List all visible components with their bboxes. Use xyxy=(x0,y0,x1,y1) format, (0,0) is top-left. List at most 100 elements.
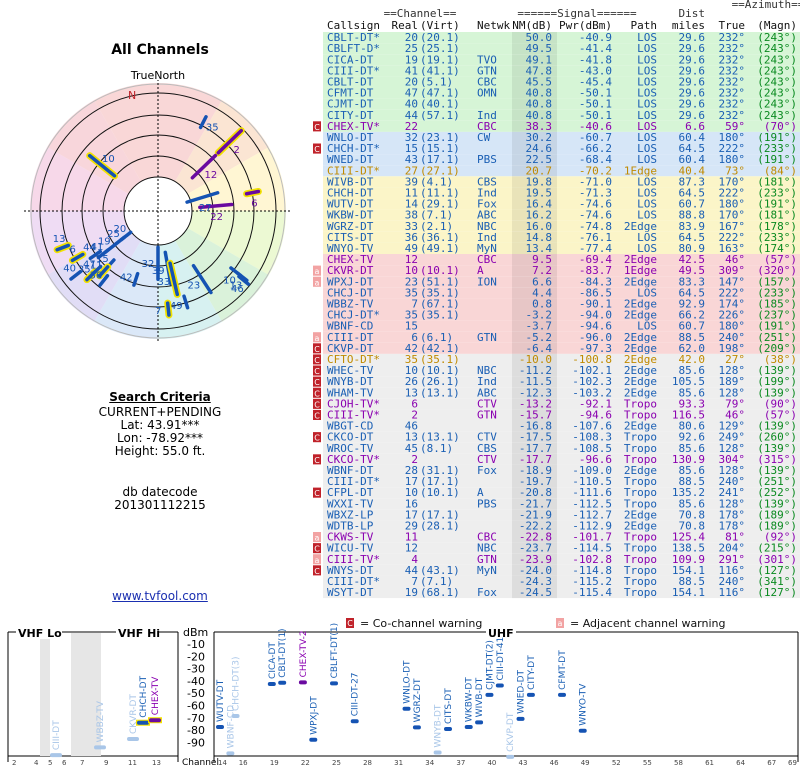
table-row[interactable]: WSYT-DT 19 (68.1) Fox -24.5 -115.4 Tropo 154.1 1… xyxy=(323,586,800,599)
spectrum-bar-label: CKVR-DT xyxy=(129,694,139,734)
spectrum-bar-label: CIII-DT xyxy=(52,720,62,750)
spectrum-bar xyxy=(267,681,276,686)
spectrum-bar xyxy=(526,692,535,697)
warning-letter: a xyxy=(315,334,320,343)
vhf-lo-label: VHF Lo xyxy=(18,627,62,640)
uhf-tick: 55 xyxy=(643,759,652,767)
warning-letter: C xyxy=(314,378,320,387)
warning-letter: C xyxy=(314,456,320,465)
spectrum-bar-label: WNED-DT xyxy=(517,669,527,713)
y-tick-label: -70 xyxy=(187,712,205,725)
spectrum-bar-label: WBBZ-TV xyxy=(96,700,106,742)
cell-virtual-channel: (49.1) xyxy=(420,242,460,255)
spectrum-bar-label: CHEX-TV xyxy=(151,676,161,715)
spectrum-bar xyxy=(402,706,411,711)
cell-virtual-channel: (10.1) xyxy=(420,486,460,499)
column-header: NM(dB) xyxy=(512,19,552,32)
warning-letter: C xyxy=(314,389,320,398)
spectrum-bar xyxy=(350,719,359,724)
uhf-tick: 58 xyxy=(674,759,683,767)
spectrum-bar-label: CICA-DT xyxy=(268,642,278,679)
warning-letter: C xyxy=(314,489,320,498)
uhf-tick: 37 xyxy=(456,759,465,767)
uhf-tick: 16 xyxy=(239,759,248,767)
spectrum-bar-label: CIII-DT-41 xyxy=(496,637,506,681)
spectrum-bar-label: WGRZ-DT xyxy=(413,678,423,722)
spectrum-chart: C = Co-channel warning a = Adjacent channel… xyxy=(7,617,799,768)
cell-network: PBS xyxy=(477,497,497,510)
cell-power: -115.4 xyxy=(572,586,612,599)
vhf-hi-tick: 13 xyxy=(152,759,161,767)
cell-network: PBS xyxy=(477,153,497,166)
spectrum-bar xyxy=(298,680,307,685)
column-header: Netwk xyxy=(477,19,510,32)
column-header: Path xyxy=(631,19,658,32)
legend-letter: a xyxy=(558,619,563,628)
spectrum-bar-label: WNYO-TV xyxy=(579,683,589,726)
warning-letter: C xyxy=(314,400,320,409)
spectrum-bar-label: WNLO-DT xyxy=(403,660,413,704)
uhf-tick: 34 xyxy=(425,759,434,767)
uhf-tick: 52 xyxy=(612,759,621,767)
spectrum-bar-label: CKVP-DT xyxy=(506,712,516,752)
warning-letter: C xyxy=(314,356,320,365)
column-header: (Magn) xyxy=(757,19,797,32)
spectrum-bar xyxy=(444,727,452,732)
warning-letter: C xyxy=(314,567,320,576)
spectrum-bar-label: CHEX-TV-2 xyxy=(299,630,309,677)
column-header: Pwr(dBm) xyxy=(559,19,612,32)
spectrum-bar xyxy=(278,680,287,685)
header-azimuth: ==Azimuth== xyxy=(732,0,800,11)
cell-network: GTN xyxy=(477,331,497,344)
vhf-lo-shade xyxy=(40,633,50,756)
cell-virtual-channel: (13.1) xyxy=(420,386,460,399)
vhf-hi-tick: 7 xyxy=(80,759,84,767)
spectrum-bar-label: WNYB-DT xyxy=(434,704,444,747)
column-header: Callsign xyxy=(327,19,380,32)
spectrum-bar xyxy=(506,754,515,759)
warning-letter: a xyxy=(315,267,320,276)
spectrum-bar-label: WPXJ-DT xyxy=(309,696,319,735)
spectrum-bar-label: CBLT-DT(1) xyxy=(278,628,288,677)
cell-callsign: WSYT-DT xyxy=(327,586,374,599)
y-tick-label: -40 xyxy=(187,675,205,688)
uhf-tick: 19 xyxy=(270,759,279,767)
cell-noise-margin: -24.5 xyxy=(519,586,552,599)
spectrum-bar xyxy=(50,753,62,758)
spectrum-bar xyxy=(216,725,224,730)
spectrum-bar xyxy=(127,737,139,742)
uhf-tick: 61 xyxy=(705,759,714,767)
channel-axis-label: Channel xyxy=(182,758,219,768)
vhf-hi-label: VHF Hi xyxy=(118,627,160,640)
y-tick-label: -10 xyxy=(187,638,205,651)
spectrum-bar-label: CJMT-DT(2) xyxy=(485,640,495,690)
warning-letter: C xyxy=(314,145,320,154)
cell-virtual-channel: (35.1) xyxy=(420,309,460,322)
spectrum-bar-label: WIVB-DT xyxy=(475,677,485,717)
cell-network: CW xyxy=(477,131,491,144)
warning-letter: C xyxy=(314,367,320,376)
uhf-tick: 46 xyxy=(550,759,559,767)
spectrum-bar-label: CITS-DT xyxy=(444,688,454,724)
cell-virtual-channel: (28.1) xyxy=(420,520,460,533)
spectrum-bar-label: CITY-DT xyxy=(527,655,537,690)
uhf-tick: 22 xyxy=(301,759,310,767)
spectrum-bar xyxy=(137,720,149,725)
vhf-lo-tick: 4 xyxy=(34,759,39,767)
warning-letter: a xyxy=(315,534,320,543)
cell-network: Fox xyxy=(477,586,497,599)
column-header: miles xyxy=(672,19,705,32)
spectrum-bar-label: WKBW-DT xyxy=(465,677,475,722)
y-tick-label: -20 xyxy=(187,650,205,663)
vhf-lo-tick: 2 xyxy=(12,759,16,767)
spectrum-bar-label: CHCH-DT xyxy=(139,675,149,717)
spectrum-bar xyxy=(330,681,338,686)
spectrum-bar xyxy=(558,692,566,697)
vhf-lo-tick: 6 xyxy=(62,759,67,767)
y-tick-label: -50 xyxy=(187,687,205,700)
cell-azimuth-magnetic: (127°) xyxy=(757,586,797,599)
cell-network: GTN xyxy=(477,409,497,422)
cell-virtual-channel: (57.1) xyxy=(420,109,460,122)
spectrum-bar xyxy=(231,714,240,719)
y-tick-label: -90 xyxy=(187,736,205,749)
